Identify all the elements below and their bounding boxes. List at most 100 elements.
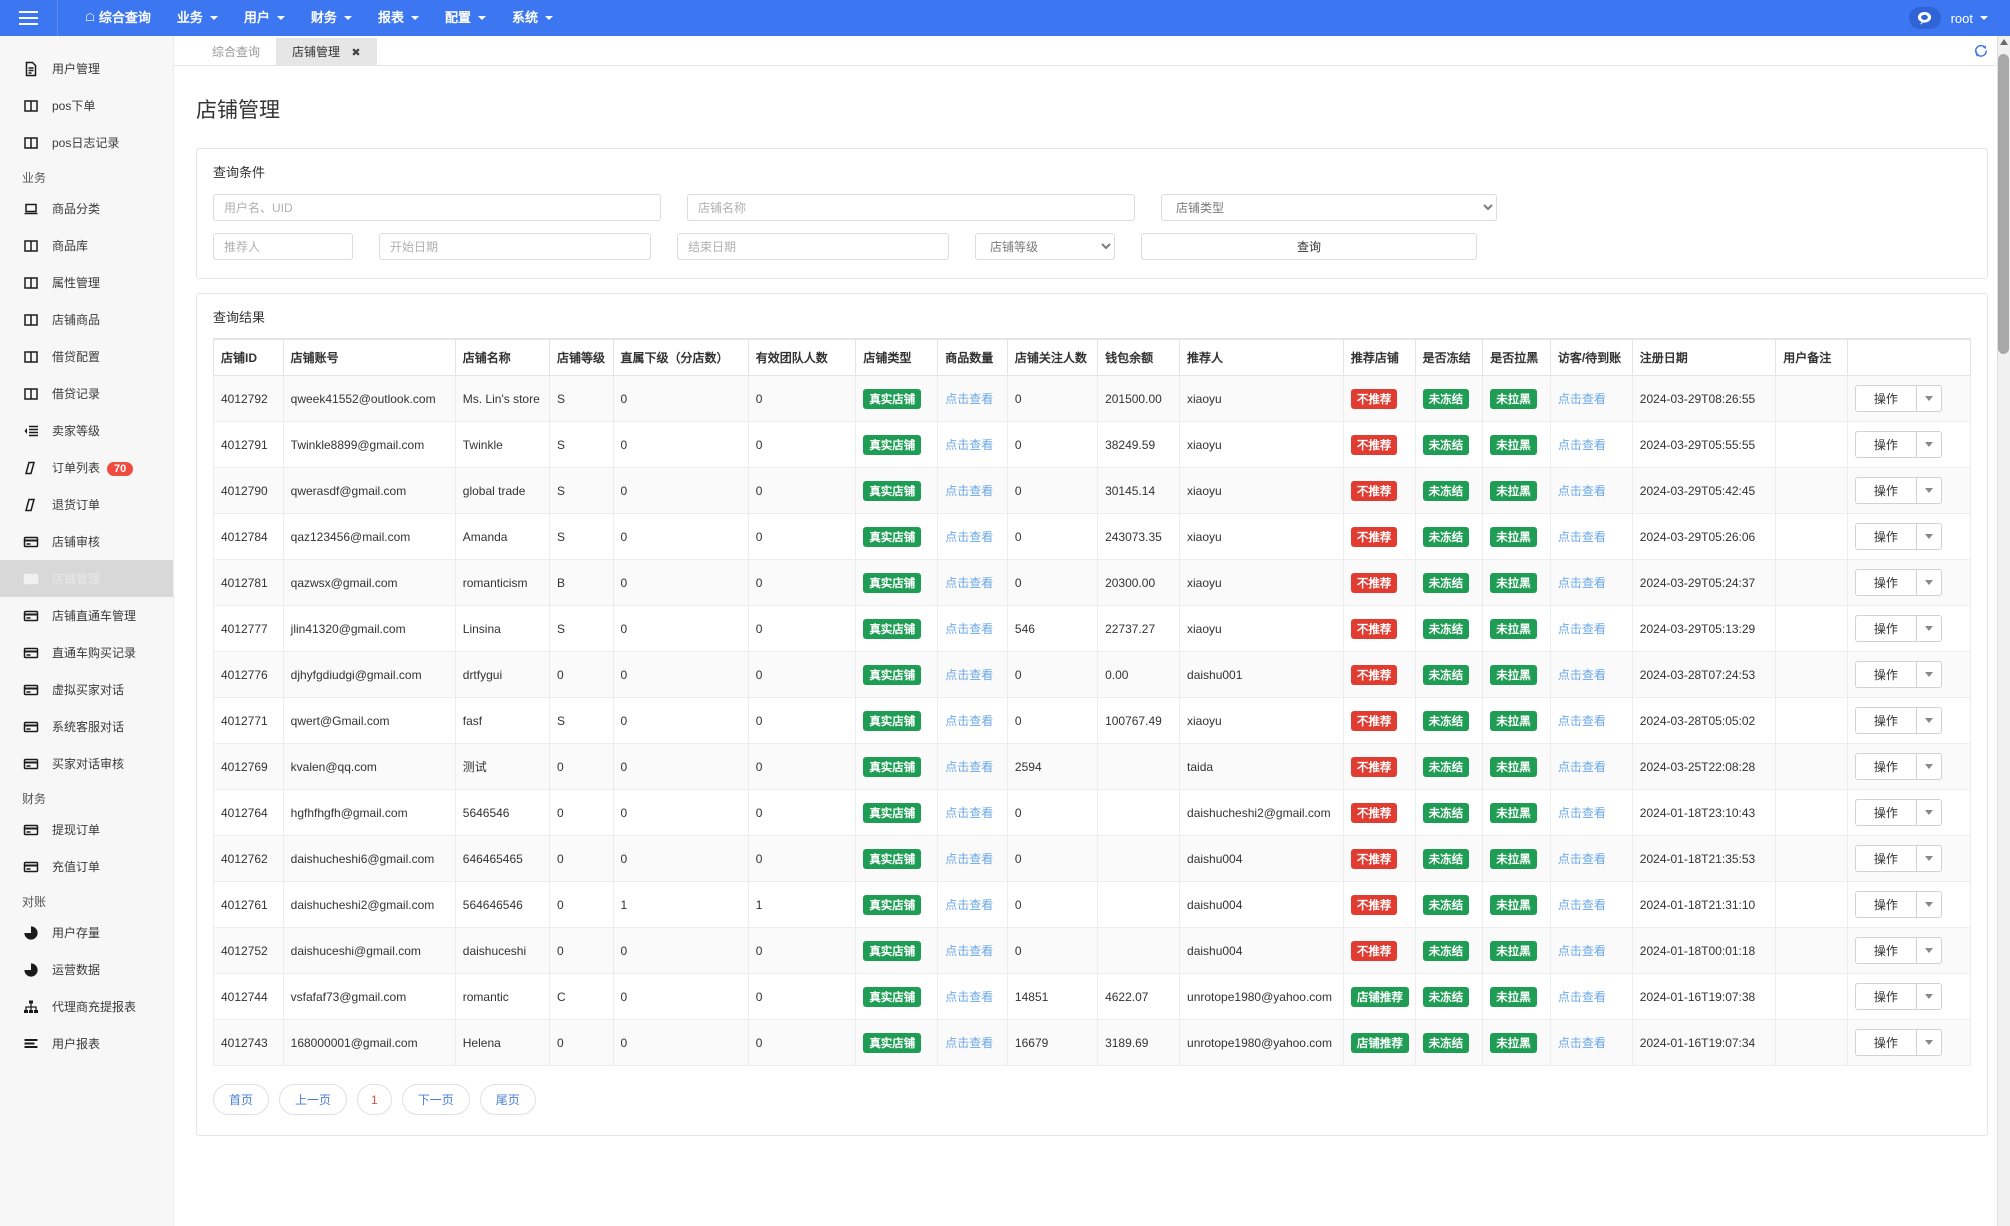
cell-goods-count[interactable]: 点击查看	[937, 927, 1008, 975]
view-goods-link[interactable]: 点击查看	[945, 944, 993, 958]
nav-item-4[interactable]: 报表	[365, 0, 432, 36]
chevron-down-icon[interactable]	[1916, 891, 1942, 919]
chevron-down-icon[interactable]	[1916, 523, 1942, 551]
cell-goods-count[interactable]: 点击查看	[937, 513, 1008, 561]
operation-button-group[interactable]: 操作	[1854, 707, 1942, 735]
nav-item-0[interactable]: ☖ 综合查询	[72, 0, 164, 36]
cell-goods-count[interactable]: 点击查看	[937, 559, 1008, 607]
view-visitor-link[interactable]: 点击查看	[1558, 990, 1606, 1004]
sidebar-item-24[interactable]: 用户存量	[0, 914, 173, 951]
end-date-input[interactable]	[677, 233, 949, 261]
view-visitor-link[interactable]: 点击查看	[1558, 392, 1606, 406]
operation-button[interactable]: 操作	[1854, 891, 1917, 919]
view-visitor-link[interactable]: 点击查看	[1558, 806, 1606, 820]
pagination-prev[interactable]: 上一页	[279, 1084, 348, 1116]
view-visitor-link[interactable]: 点击查看	[1558, 898, 1606, 912]
chevron-down-icon[interactable]	[1916, 753, 1942, 781]
operation-button-group[interactable]: 操作	[1854, 1029, 1942, 1057]
shop-name-input[interactable]	[687, 194, 1135, 222]
sidebar-item-27[interactable]: 用户报表	[0, 1025, 173, 1062]
chevron-down-icon[interactable]	[1916, 983, 1942, 1011]
view-visitor-link[interactable]: 点击查看	[1558, 944, 1606, 958]
operation-button-group[interactable]: 操作	[1854, 661, 1942, 689]
sidebar-item-15[interactable]: 店铺直通车管理	[0, 597, 173, 634]
cell-visitor[interactable]: 点击查看	[1549, 743, 1633, 791]
cell-operation[interactable]: 操作	[1846, 467, 1972, 515]
shop-level-select[interactable]: 店铺等级	[975, 233, 1115, 261]
cell-visitor[interactable]: 点击查看	[1549, 605, 1633, 653]
operation-button-group[interactable]: 操作	[1854, 431, 1942, 459]
operation-button[interactable]: 操作	[1854, 799, 1917, 827]
view-visitor-link[interactable]: 点击查看	[1558, 530, 1606, 544]
chevron-down-icon[interactable]	[1916, 937, 1942, 965]
cell-operation[interactable]: 操作	[1846, 1019, 1972, 1067]
cell-visitor[interactable]: 点击查看	[1549, 1019, 1633, 1067]
cell-operation[interactable]: 操作	[1846, 651, 1972, 699]
operation-button[interactable]: 操作	[1854, 523, 1917, 551]
cell-operation[interactable]: 操作	[1846, 375, 1972, 423]
operation-button[interactable]: 操作	[1854, 661, 1917, 689]
nav-item-1[interactable]: 业务	[164, 0, 231, 36]
chevron-down-icon[interactable]	[1916, 477, 1942, 505]
cell-goods-count[interactable]: 点击查看	[937, 835, 1008, 883]
operation-button-group[interactable]: 操作	[1854, 891, 1942, 919]
shop-type-select[interactable]: 店铺类型	[1161, 194, 1497, 222]
operation-button[interactable]: 操作	[1854, 707, 1917, 735]
nav-item-2[interactable]: 用户	[231, 0, 298, 36]
cell-operation[interactable]: 操作	[1846, 973, 1972, 1021]
sidebar-item-11[interactable]: 订单列表 70	[0, 449, 173, 486]
operation-button[interactable]: 操作	[1854, 431, 1917, 459]
operation-button[interactable]: 操作	[1854, 569, 1917, 597]
view-goods-link[interactable]: 点击查看	[945, 852, 993, 866]
chevron-down-icon[interactable]	[1916, 385, 1942, 413]
operation-button[interactable]: 操作	[1854, 615, 1917, 643]
cell-visitor[interactable]: 点击查看	[1549, 697, 1633, 745]
cell-goods-count[interactable]: 点击查看	[937, 421, 1008, 469]
sidebar-item-17[interactable]: 虚拟买家对话	[0, 671, 173, 708]
cell-visitor[interactable]: 点击查看	[1549, 467, 1633, 515]
sidebar-item-12[interactable]: 退货订单	[0, 486, 173, 523]
username-uid-input[interactable]	[213, 194, 661, 222]
chevron-down-icon[interactable]	[1916, 661, 1942, 689]
chevron-down-icon[interactable]	[1916, 845, 1942, 873]
operation-button-group[interactable]: 操作	[1854, 615, 1942, 643]
view-goods-link[interactable]: 点击查看	[945, 760, 993, 774]
scroll-up-arrow-icon[interactable]	[2000, 39, 2008, 45]
view-visitor-link[interactable]: 点击查看	[1558, 714, 1606, 728]
cell-goods-count[interactable]: 点击查看	[937, 375, 1008, 423]
cell-operation[interactable]: 操作	[1846, 927, 1972, 975]
cell-operation[interactable]: 操作	[1846, 697, 1972, 745]
operation-button-group[interactable]: 操作	[1854, 385, 1942, 413]
cell-visitor[interactable]: 点击查看	[1549, 973, 1633, 1021]
sidebar-item-26[interactable]: 代理商充提报表	[0, 988, 173, 1025]
operation-button[interactable]: 操作	[1854, 1029, 1917, 1057]
cell-visitor[interactable]: 点击查看	[1549, 881, 1633, 929]
pagination-page-1[interactable]: 1	[357, 1084, 392, 1116]
view-goods-link[interactable]: 点击查看	[945, 484, 993, 498]
view-goods-link[interactable]: 点击查看	[945, 714, 993, 728]
cell-operation[interactable]: 操作	[1846, 559, 1972, 607]
sidebar-item-4[interactable]: 商品分类	[0, 190, 173, 227]
view-goods-link[interactable]: 点击查看	[945, 438, 993, 452]
sidebar-item-22[interactable]: 充值订单	[0, 848, 173, 885]
sidebar-item-10[interactable]: 卖家等级	[0, 412, 173, 449]
cell-visitor[interactable]: 点击查看	[1549, 835, 1633, 883]
sidebar-item-13[interactable]: 店铺审核	[0, 523, 173, 560]
view-visitor-link[interactable]: 点击查看	[1558, 438, 1606, 452]
chat-icon[interactable]	[1908, 7, 1941, 29]
sidebar-item-1[interactable]: pos下单	[0, 87, 173, 124]
start-date-input[interactable]	[379, 233, 651, 261]
sidebar-item-19[interactable]: 买家对话审核	[0, 745, 173, 782]
hamburger-icon[interactable]	[0, 0, 58, 36]
operation-button[interactable]: 操作	[1854, 845, 1917, 873]
scrollbar-thumb[interactable]	[1998, 54, 2009, 354]
sidebar-item-9[interactable]: 借贷记录	[0, 375, 173, 412]
operation-button-group[interactable]: 操作	[1854, 477, 1942, 505]
sidebar-item-5[interactable]: 商品库	[0, 227, 173, 264]
sidebar-item-0[interactable]: 用户管理	[0, 50, 173, 87]
cell-operation[interactable]: 操作	[1846, 743, 1972, 791]
cell-operation[interactable]: 操作	[1846, 881, 1972, 929]
sidebar-item-18[interactable]: 系统客服对话	[0, 708, 173, 745]
tab-comprehensive-query[interactable]: 综合查询	[196, 38, 276, 65]
view-goods-link[interactable]: 点击查看	[945, 576, 993, 590]
